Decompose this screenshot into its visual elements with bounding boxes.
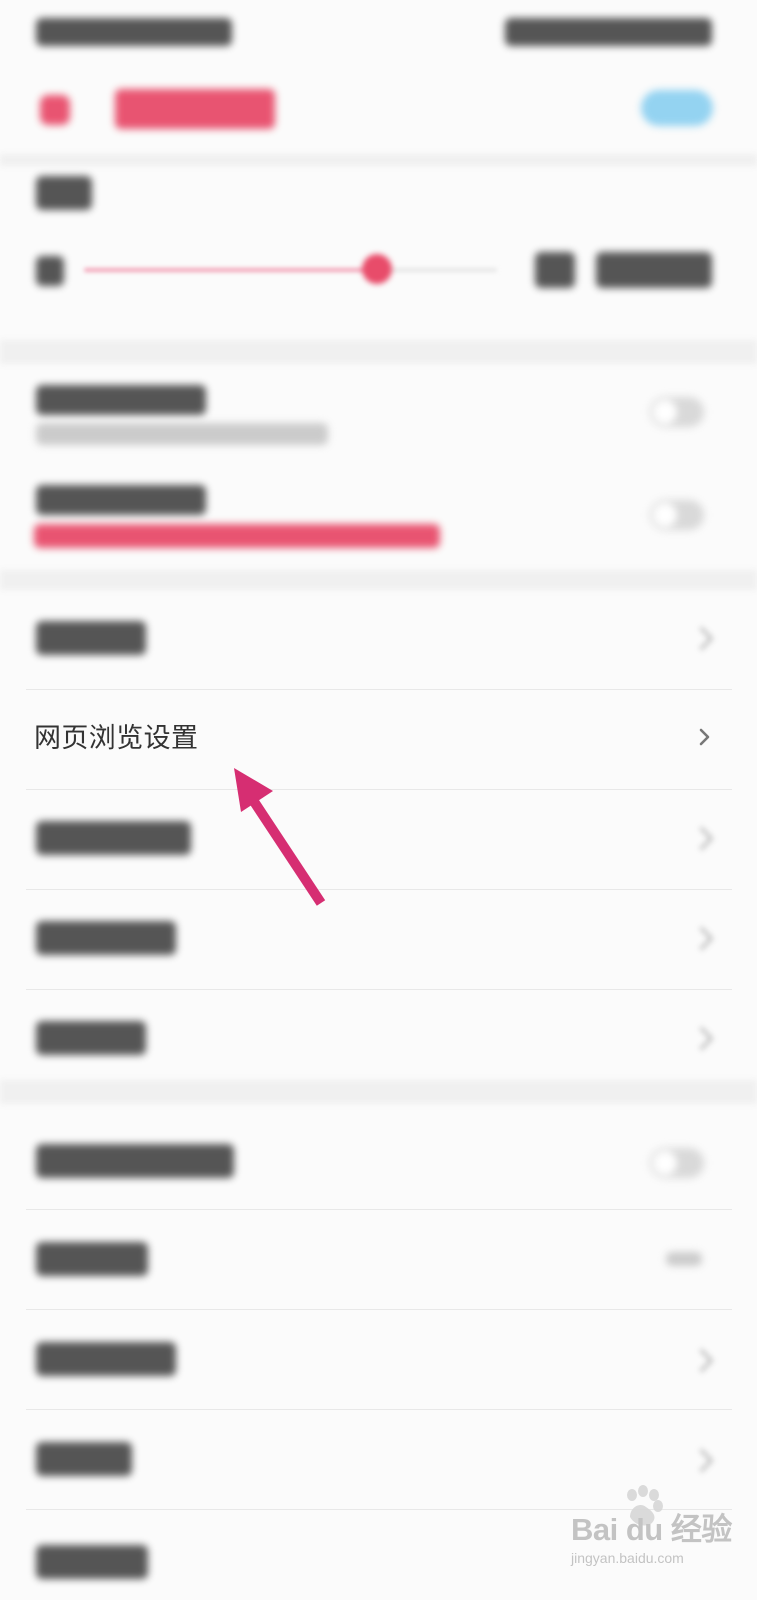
settings-row-9-label [36, 1442, 132, 1476]
toggle-switch-1[interactable] [650, 397, 704, 427]
section-divider-1 [0, 340, 757, 364]
settings-row-7[interactable] [26, 1210, 732, 1310]
back-arrow-icon[interactable] [40, 95, 70, 125]
settings-row-10-label [36, 1545, 148, 1579]
settings-row-5[interactable] [26, 990, 732, 1090]
settings-row-6-label [36, 1144, 234, 1178]
settings-screen: 网页浏览设置 Bai du 经验 jingyan.baidu.com [0, 0, 757, 1600]
settings-row-web-browsing[interactable]: 网页浏览设置 [26, 690, 732, 790]
settings-row-8[interactable] [26, 1310, 732, 1410]
toggle-switch-3[interactable] [650, 1148, 704, 1178]
watermark-brand: Bai du 经验 [571, 1512, 732, 1547]
settings-row-download[interactable] [26, 590, 732, 690]
font-large-label [535, 252, 575, 288]
status-bar-left [36, 18, 232, 46]
font-size-heading [36, 176, 92, 210]
toggle-switch-2[interactable] [650, 500, 704, 530]
settings-row-7-value [666, 1252, 702, 1266]
chevron-right-icon [689, 1448, 714, 1473]
font-size-slider-knob[interactable] [362, 254, 392, 284]
toggle-row-1-title [36, 385, 206, 415]
chevron-right-icon [689, 626, 714, 651]
font-size-value [596, 252, 712, 288]
toggle-row-2-subtitle [34, 524, 440, 548]
settings-row-8-label [36, 1342, 176, 1376]
toggle-row-1-subtitle [36, 423, 328, 445]
settings-row-5-label [36, 1021, 146, 1055]
chevron-right-icon [689, 826, 714, 851]
settings-row-4-label [36, 921, 176, 955]
baidu-watermark: Bai du 经验 jingyan.baidu.com [571, 1485, 732, 1585]
font-small-label [36, 256, 64, 286]
page-title [115, 89, 275, 129]
settings-row-download-label [36, 621, 146, 655]
toggle-row-2-title [36, 485, 206, 515]
settings-row-3-label [36, 821, 191, 855]
settings-row-3[interactable] [26, 790, 732, 890]
header-action-button[interactable] [641, 90, 713, 126]
header-divider [0, 154, 757, 166]
settings-row-4[interactable] [26, 890, 732, 990]
watermark-url: jingyan.baidu.com [571, 1550, 684, 1566]
chevron-right-icon [689, 1348, 714, 1373]
settings-row-web-browsing-label: 网页浏览设置 [34, 723, 199, 754]
font-size-slider-track[interactable] [84, 268, 497, 272]
status-bar-right [505, 18, 712, 46]
section-divider-2 [0, 570, 757, 590]
settings-row-7-label [36, 1242, 148, 1276]
chevron-right-icon [696, 728, 714, 746]
chevron-right-icon [689, 926, 714, 951]
chevron-right-icon [689, 1026, 714, 1051]
section-divider-3 [0, 1080, 757, 1104]
settings-row-6[interactable] [26, 1110, 732, 1210]
